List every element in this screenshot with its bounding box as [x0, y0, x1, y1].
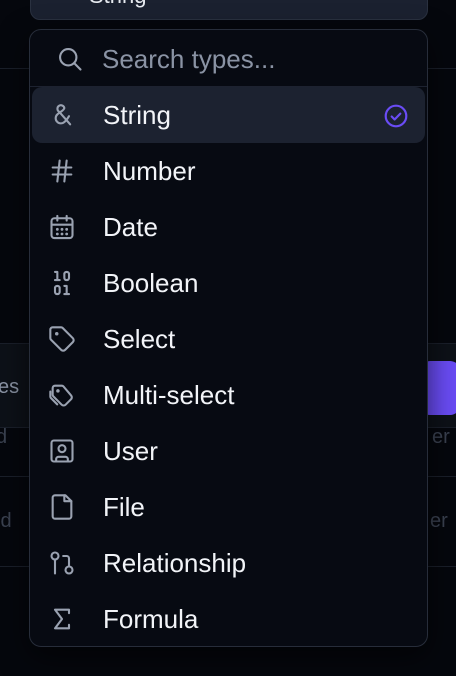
type-option-label: Formula [103, 604, 199, 634]
type-option-label: Select [103, 324, 176, 354]
type-option-label: Relationship [103, 548, 247, 578]
background-text: er [432, 426, 450, 448]
type-option-label: Boolean [103, 268, 199, 298]
background-text: d [0, 426, 8, 448]
background-text: ld [0, 510, 12, 532]
file-icon [48, 493, 76, 521]
type-option-label: Number [103, 156, 196, 186]
hash-icon [48, 157, 76, 185]
background-text: es [0, 376, 20, 398]
tags-icon [48, 381, 76, 409]
type-option-label: String [103, 100, 171, 130]
type-option-select[interactable]: Select [32, 311, 425, 367]
type-option-formula[interactable]: Formula [32, 591, 425, 647]
type-option-user[interactable]: User [32, 423, 425, 479]
type-option-label: File [103, 492, 145, 522]
type-list: String Number Date Boolean Select Multi-… [30, 87, 427, 647]
type-dropdown: String Number Date [29, 29, 428, 647]
type-option-number[interactable]: Number [32, 143, 425, 199]
sigma-icon [48, 605, 76, 633]
background-text: er [430, 510, 448, 532]
type-option-boolean[interactable]: Boolean [32, 255, 425, 311]
type-option-date[interactable]: Date [32, 199, 425, 255]
type-option-label: Date [103, 212, 158, 242]
binary-icon [48, 269, 76, 297]
type-select-value: String [89, 0, 146, 9]
type-option-file[interactable]: File [32, 479, 425, 535]
calendar-icon [48, 213, 76, 241]
check-circle-icon [383, 103, 409, 129]
search-icon [56, 45, 84, 73]
search-input[interactable] [102, 42, 402, 76]
type-option-label: User [103, 436, 158, 466]
type-select-trigger[interactable]: String [30, 0, 428, 20]
tag-icon [48, 325, 76, 353]
user-square-icon [48, 437, 76, 465]
type-option-multi-select[interactable]: Multi-select [32, 367, 425, 423]
type-option-relationship[interactable]: Relationship [32, 535, 425, 591]
type-option-label: Multi-select [103, 380, 235, 410]
page: es d er ld er String String [0, 0, 456, 676]
ampersand-icon [48, 101, 76, 129]
type-option-string[interactable]: String [32, 87, 425, 143]
search-bar [30, 30, 427, 87]
git-pull-request-icon [48, 549, 76, 577]
